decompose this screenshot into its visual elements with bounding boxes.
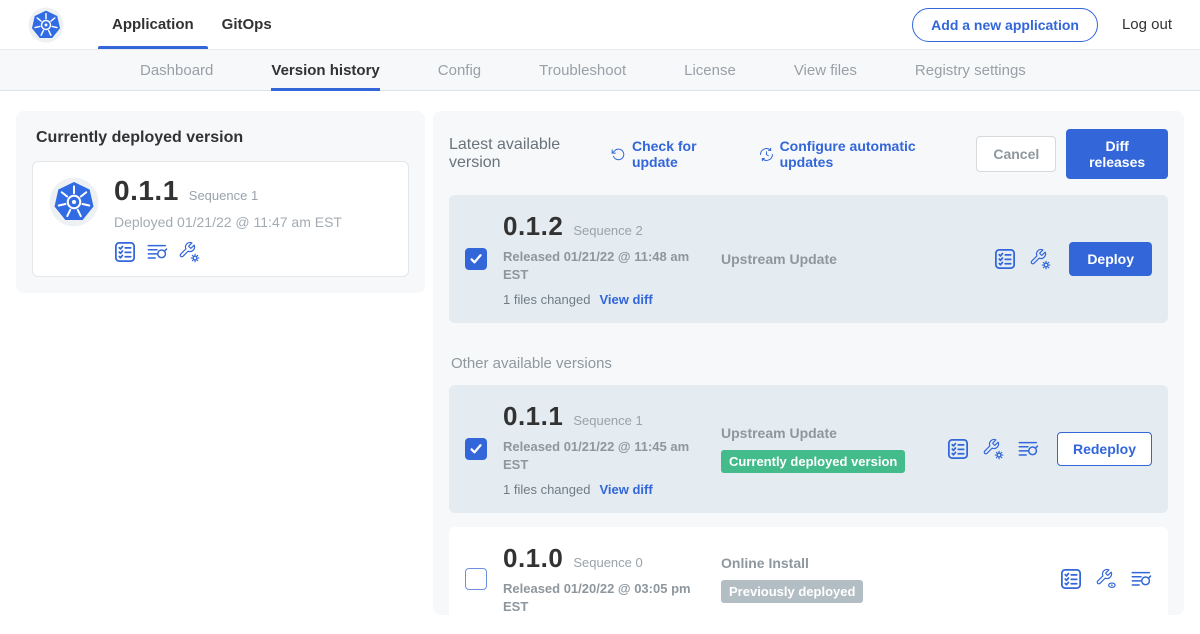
deploy-logs-icon[interactable] (1017, 438, 1039, 460)
subnav-item-version-history[interactable]: Version history (271, 50, 379, 90)
view-diff-link[interactable]: View diff (599, 482, 652, 497)
subnav-item-config[interactable]: Config (438, 50, 481, 90)
released-timestamp: Released 01/20/22 @ 03:05 pm EST (503, 580, 721, 615)
add-application-button[interactable]: Add a new application (912, 8, 1098, 42)
deploy-button[interactable]: Deploy (1069, 242, 1152, 276)
subnav-item-dashboard[interactable]: Dashboard (140, 50, 213, 90)
deploy-logs-icon[interactable] (1130, 568, 1152, 590)
edit-config-icon[interactable] (1029, 248, 1051, 270)
current-version-sequence: Sequence 1 (189, 188, 258, 203)
version-source-label: Upstream Update (721, 251, 994, 267)
version-history-section: Latest available version Check for updat… (433, 111, 1184, 615)
preflight-checks-icon[interactable] (1060, 568, 1082, 590)
version-number: 0.1.2 (503, 211, 563, 242)
version-checkbox[interactable] (465, 248, 487, 270)
check-icon (469, 252, 483, 266)
version-row-0-1-0: 0.1.0 Sequence 0 Released 01/20/22 @ 03:… (449, 527, 1168, 631)
version-source-label: Upstream Update (721, 425, 947, 441)
version-number: 0.1.1 (503, 401, 563, 432)
auto-update-icon (759, 146, 774, 163)
version-sequence: Sequence 2 (573, 223, 642, 238)
edit-config-icon[interactable] (178, 241, 200, 263)
preflight-checks-icon[interactable] (114, 241, 136, 263)
view-diff-link[interactable]: View diff (599, 292, 652, 307)
view-config-icon[interactable] (1095, 568, 1117, 590)
current-version-panel: Currently deployed version 0.1.1 Sequenc… (16, 111, 425, 293)
subnav-item-view-files[interactable]: View files (794, 50, 857, 90)
subnav-item-registry-settings[interactable]: Registry settings (915, 50, 1026, 90)
app-subnav: Dashboard Version history Config Trouble… (0, 50, 1200, 91)
version-number: 0.1.0 (503, 543, 563, 574)
version-row-0-1-2: 0.1.2 Sequence 2 Released 01/21/22 @ 11:… (449, 195, 1168, 323)
edit-config-icon[interactable] (982, 438, 1004, 460)
files-changed-label: 1 files changed (503, 482, 590, 497)
latest-version-header: Latest available version Check for updat… (449, 129, 1168, 179)
subnav-item-license[interactable]: License (684, 50, 736, 90)
current-version-card: 0.1.1 Sequence 1 Deployed 01/21/22 @ 11:… (32, 161, 409, 277)
refresh-icon (611, 146, 626, 163)
logout-button[interactable]: Log out (1122, 16, 1172, 33)
deployed-timestamp: Deployed 01/21/22 @ 11:47 am EST (114, 214, 342, 230)
main-content: Currently deployed version 0.1.1 Sequenc… (0, 91, 1200, 615)
app-logo (28, 0, 64, 49)
redeploy-button[interactable]: Redeploy (1057, 432, 1152, 466)
released-timestamp: Released 01/21/22 @ 11:45 am EST (503, 438, 721, 473)
cancel-button[interactable]: Cancel (976, 136, 1056, 172)
released-timestamp: Released 01/21/22 @ 11:48 am EST (503, 248, 721, 283)
subnav-item-troubleshoot[interactable]: Troubleshoot (539, 50, 626, 90)
version-sequence: Sequence 0 (573, 555, 642, 570)
version-source-label: Online Install (721, 555, 1060, 571)
topbar: Application GitOps Add a new application… (0, 0, 1200, 50)
deploy-logs-icon[interactable] (146, 241, 168, 263)
current-version-number: 0.1.1 (114, 175, 179, 207)
latest-version-label: Latest available version (449, 136, 597, 172)
version-row-0-1-1: 0.1.1 Sequence 1 Released 01/21/22 @ 11:… (449, 385, 1168, 513)
current-version-title: Currently deployed version (36, 129, 409, 147)
kubernetes-app-icon (49, 177, 99, 227)
files-changed-label: 1 files changed (503, 292, 590, 307)
currently-deployed-badge: Currently deployed version (721, 450, 905, 473)
tab-gitops[interactable]: GitOps (208, 0, 286, 49)
top-tabs: Application GitOps (98, 0, 286, 49)
version-sequence: Sequence 1 (573, 413, 642, 428)
other-versions-label: Other available versions (451, 355, 1168, 372)
version-checkbox[interactable] (465, 568, 487, 590)
previously-deployed-badge: Previously deployed (721, 580, 863, 603)
check-for-update-link[interactable]: Check for update (611, 138, 733, 170)
tab-application[interactable]: Application (98, 0, 208, 49)
check-icon (469, 442, 483, 456)
diff-releases-button[interactable]: Diff releases (1066, 129, 1168, 179)
preflight-checks-icon[interactable] (994, 248, 1016, 270)
preflight-checks-icon[interactable] (947, 438, 969, 460)
configure-auto-updates-link[interactable]: Configure automatic updates (759, 138, 951, 170)
kubernetes-logo-icon (28, 7, 64, 43)
version-checkbox[interactable] (465, 438, 487, 460)
